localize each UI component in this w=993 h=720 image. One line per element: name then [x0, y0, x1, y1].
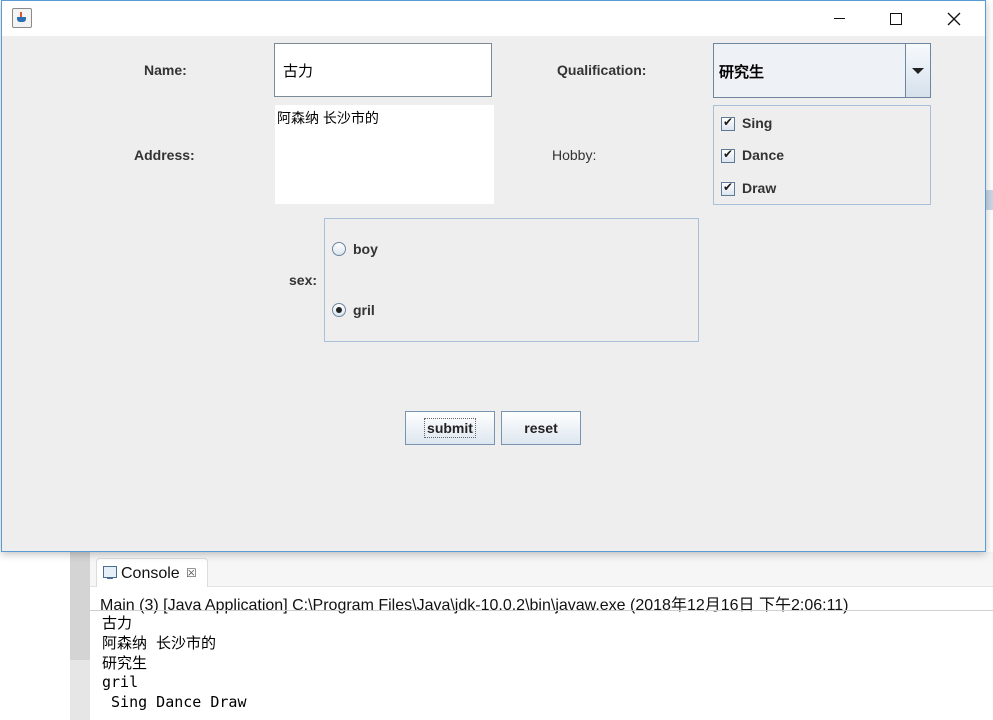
console-icon: [103, 566, 117, 579]
name-value: 古力: [283, 62, 314, 80]
radio-gril-label[interactable]: gril: [353, 302, 375, 318]
address-label: Address:: [134, 147, 195, 163]
checkbox-sing-label[interactable]: Sing: [742, 115, 772, 131]
reset-button[interactable]: reset: [501, 411, 581, 445]
minimize-button[interactable]: [816, 1, 862, 36]
checkbox-sing[interactable]: [721, 115, 735, 131]
console-process-header: Main (3) [Java Application] C:\Program F…: [100, 597, 849, 614]
console-output-line: 古力: [102, 614, 133, 632]
submit-button-label: submit: [424, 418, 476, 438]
radio-boy[interactable]: [332, 242, 346, 256]
submit-button[interactable]: submit: [405, 411, 495, 445]
close-button[interactable]: [931, 1, 977, 36]
console-output-line: Sing Dance Draw: [102, 693, 247, 711]
sex-label: sex:: [289, 272, 318, 288]
radio-boy-label[interactable]: boy: [353, 241, 378, 257]
checkbox-dance[interactable]: [721, 147, 735, 163]
console-tab-bar: [90, 552, 993, 587]
maximize-icon: [890, 12, 902, 25]
swing-window: Name: 古力 Qualification: 研究生 Address: 阿森纳…: [1, 0, 986, 552]
sex-panel: boy gril: [324, 218, 699, 342]
console-output-line: 阿森纳 长沙市的: [102, 634, 217, 652]
console-tab-close-icon[interactable]: ☒: [186, 566, 197, 580]
window-titlebar[interactable]: [2, 1, 985, 36]
name-label: Name:: [144, 62, 187, 78]
address-value: 阿森纳 长沙市的: [277, 110, 379, 126]
console-tab-label[interactable]: Console: [121, 565, 180, 583]
console-output-line: gril: [102, 673, 139, 691]
radio-gril[interactable]: [332, 303, 346, 317]
address-textarea[interactable]: 阿森纳 长沙市的: [275, 105, 494, 204]
close-icon: [947, 12, 961, 25]
reset-button-label: reset: [524, 420, 558, 436]
maximize-button[interactable]: [873, 1, 919, 36]
hobby-label: Hobby:: [552, 147, 597, 163]
checkbox-draw[interactable]: [721, 180, 735, 196]
checkbox-draw-label[interactable]: Draw: [742, 180, 776, 196]
qualification-selected-value: 研究生: [719, 64, 765, 81]
chevron-down-icon[interactable]: [905, 44, 930, 97]
ide-side-panel-lower: [70, 660, 90, 720]
java-app-icon[interactable]: [12, 8, 32, 28]
ide-scroll-marker: [985, 190, 993, 210]
console-output-line: 研究生: [102, 654, 148, 672]
hobby-panel: Sing Dance Draw: [713, 105, 931, 205]
qualification-select[interactable]: 研究生: [713, 43, 931, 98]
minimize-icon: [833, 18, 845, 19]
name-field[interactable]: 古力: [274, 43, 492, 97]
checkbox-dance-label[interactable]: Dance: [742, 147, 784, 163]
qualification-label: Qualification:: [557, 62, 647, 78]
console-divider: [90, 610, 993, 611]
